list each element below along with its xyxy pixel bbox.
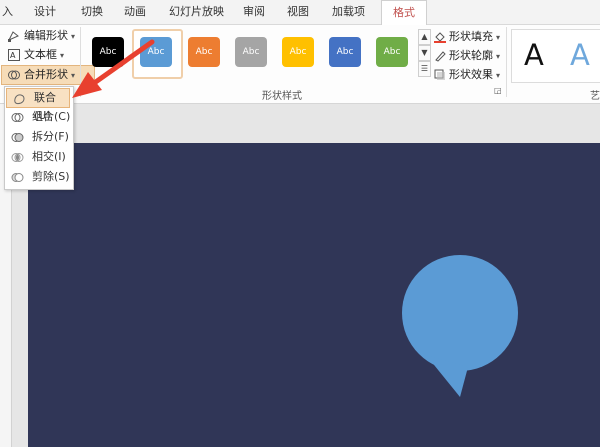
shape-fill-label: 形状填充 bbox=[449, 30, 493, 43]
merge-shapes-label: 合并形状 bbox=[24, 68, 68, 81]
menu-item-fragment[interactable]: 拆分(F) bbox=[5, 128, 73, 146]
fragment-icon bbox=[11, 133, 24, 142]
chevron-down-icon: ▾ bbox=[496, 52, 501, 61]
intersect-icon bbox=[11, 153, 24, 162]
dialog-launcher-icon[interactable]: ◲ bbox=[494, 86, 502, 95]
text-box-label: 文本框 bbox=[24, 48, 57, 61]
shape-fill-button[interactable]: 形状填充 ▾ bbox=[432, 28, 500, 46]
tab-animation[interactable]: 动画 bbox=[124, 0, 146, 24]
ribbon-divider bbox=[80, 27, 81, 97]
menu-item-subtract[interactable]: 剪除(S) bbox=[5, 168, 73, 186]
speech-bubble-shape[interactable] bbox=[398, 255, 528, 405]
shape-style-preset-darkblue[interactable]: Abc bbox=[329, 37, 361, 67]
tab-addins[interactable]: 加载项 bbox=[332, 0, 365, 24]
chevron-down-icon: ▾ bbox=[71, 32, 76, 41]
chevron-down-icon: ▾ bbox=[496, 71, 501, 80]
gallery-expand-icon[interactable]: ☰ bbox=[418, 61, 431, 77]
tab-slideshow[interactable]: 幻灯片放映 bbox=[169, 0, 224, 24]
shape-effects-icon bbox=[434, 69, 445, 80]
ribbon-format-panel: 编辑形状 ▾ A 文本框 ▾ 合并形状 ▾ Abc Abc Abc Abc Abc A… bbox=[0, 25, 600, 104]
tab-review[interactable]: 审阅 bbox=[243, 0, 265, 24]
menu-item-label: 组合(C) bbox=[32, 110, 71, 123]
paint-bucket-icon bbox=[434, 32, 446, 43]
text-box-button[interactable]: A 文本框 ▾ bbox=[2, 46, 64, 64]
menu-item-label: 拆分(F) bbox=[32, 130, 69, 143]
shape-effects-button[interactable]: 形状效果 ▾ bbox=[432, 66, 500, 84]
shape-styles-group-label: 形状样式 bbox=[262, 91, 302, 102]
gallery-scroll-up-icon[interactable]: ▲ bbox=[418, 29, 431, 45]
tab-design[interactable]: 设计 bbox=[34, 0, 56, 24]
text-box-icon: A bbox=[8, 49, 20, 61]
shape-style-preset-orange[interactable]: Abc bbox=[188, 37, 220, 67]
wordart-style-black[interactable]: A bbox=[524, 38, 544, 72]
tab-insert-partial[interactable]: 入 bbox=[2, 0, 13, 24]
merge-shapes-menu: 联合(U) 组合(C) 拆分(F) 相交(I) 剪除(S) bbox=[4, 86, 74, 190]
menu-item-intersect[interactable]: 相交(I) bbox=[5, 148, 73, 166]
pen-icon bbox=[435, 51, 446, 62]
shape-outline-label: 形状轮廓 bbox=[449, 49, 493, 62]
edit-shape-button[interactable]: 编辑形状 ▾ bbox=[2, 27, 75, 45]
edit-shape-icon bbox=[8, 31, 19, 42]
menu-item-label: 相交(I) bbox=[32, 150, 66, 163]
menu-item-label: 剪除(S) bbox=[32, 170, 70, 183]
tab-format[interactable]: 格式 bbox=[381, 0, 427, 26]
chevron-down-icon: ▾ bbox=[71, 71, 76, 80]
edit-shape-label: 编辑形状 bbox=[24, 29, 68, 42]
combine-icon bbox=[11, 113, 24, 122]
chevron-down-icon: ▾ bbox=[60, 51, 65, 60]
wordart-group-label: 艺 bbox=[590, 91, 600, 102]
chevron-down-icon: ▾ bbox=[496, 33, 501, 42]
union-icon bbox=[14, 94, 25, 105]
ribbon-tab-bar: 入 设计 切换 动画 幻灯片放映 审阅 视图 加载项 格式 bbox=[0, 0, 600, 26]
svg-text:A: A bbox=[10, 51, 16, 60]
wordart-gallery: A A bbox=[511, 29, 600, 83]
shape-effects-label: 形状效果 bbox=[449, 68, 493, 81]
menu-item-union[interactable]: 联合(U) bbox=[6, 88, 70, 122]
tab-transition[interactable]: 切换 bbox=[81, 0, 103, 24]
shape-style-preset-gold[interactable]: Abc bbox=[282, 37, 314, 67]
circle-shape[interactable] bbox=[402, 255, 518, 371]
merge-shapes-icon bbox=[8, 70, 20, 80]
shape-outline-button[interactable]: 形状轮廓 ▾ bbox=[432, 47, 500, 65]
shape-style-preset-blue[interactable]: Abc bbox=[140, 37, 172, 67]
tab-view[interactable]: 视图 bbox=[287, 0, 309, 24]
ribbon-divider bbox=[506, 27, 507, 97]
wordart-style-blue[interactable]: A bbox=[570, 38, 590, 72]
shape-style-preset-gray[interactable]: Abc bbox=[235, 37, 267, 67]
shape-style-preset-black[interactable]: Abc bbox=[92, 37, 124, 67]
menu-item-combine[interactable]: 组合(C) bbox=[5, 108, 73, 126]
gallery-scroll-down-icon[interactable]: ▼ bbox=[418, 45, 431, 61]
shape-style-preset-green[interactable]: Abc bbox=[376, 37, 408, 67]
subtract-icon bbox=[11, 173, 24, 182]
